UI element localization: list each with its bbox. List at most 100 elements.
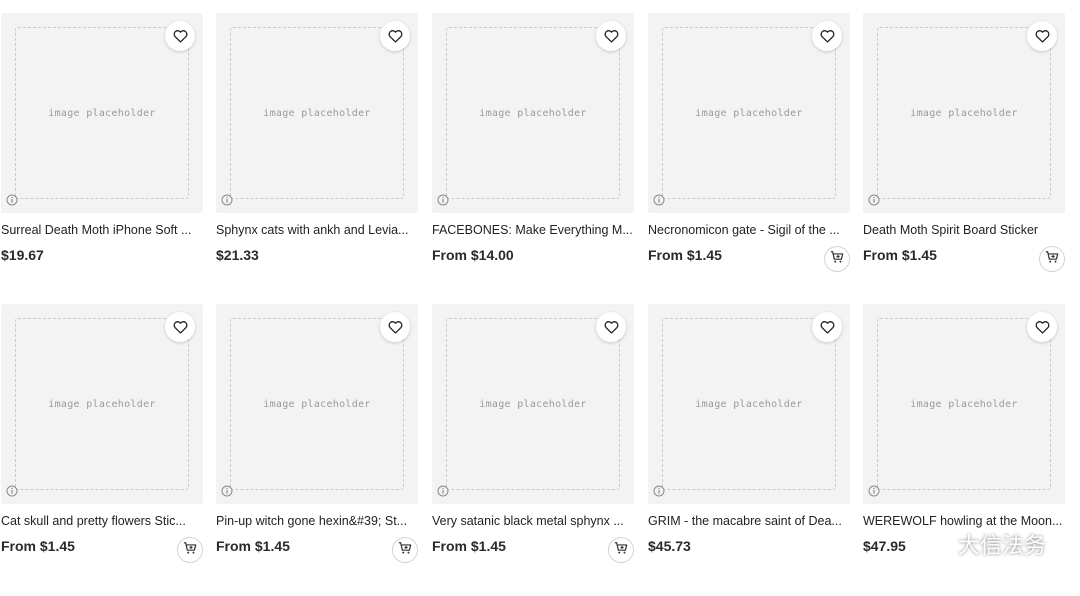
- product-card[interactable]: image placeholder GRIM - the macabre sain…: [648, 304, 850, 571]
- product-image-placeholder: image placeholder: [662, 318, 836, 490]
- product-title[interactable]: Sphynx cats with ankh and Levia...: [216, 222, 418, 238]
- info-icon: [221, 484, 233, 502]
- watermark: 大信法务: [926, 528, 1046, 560]
- product-price: $21.33: [216, 247, 259, 263]
- add-to-cart-icon: [1045, 250, 1059, 269]
- add-to-cart-button[interactable]: [824, 246, 850, 272]
- info-button[interactable]: [220, 193, 234, 211]
- product-title[interactable]: FACEBONES: Make Everything M...: [432, 222, 634, 238]
- product-image-placeholder: image placeholder: [877, 318, 1051, 490]
- product-price: $45.73: [648, 538, 691, 554]
- favorite-button[interactable]: [812, 21, 842, 51]
- product-image-placeholder: image placeholder: [15, 27, 189, 199]
- product-image-placeholder: image placeholder: [15, 318, 189, 490]
- add-to-cart-button[interactable]: [608, 537, 634, 563]
- price-row: From $1.45: [863, 246, 1065, 280]
- product-card[interactable]: image placeholder Surreal Death Moth iPho…: [1, 13, 203, 280]
- product-image[interactable]: image placeholder: [863, 304, 1065, 504]
- product-title[interactable]: WEREWOLF howling at the Moon...: [863, 513, 1065, 529]
- product-image-placeholder: image placeholder: [446, 318, 620, 490]
- favorite-button[interactable]: [1027, 312, 1057, 342]
- favorite-button[interactable]: [812, 312, 842, 342]
- product-title[interactable]: Necronomicon gate - Sigil of the ...: [648, 222, 850, 238]
- heart-icon: [173, 320, 188, 334]
- heart-icon: [604, 320, 619, 334]
- price-row: From $14.00: [432, 246, 634, 280]
- info-icon: [653, 193, 665, 211]
- info-icon: [6, 193, 18, 211]
- product-image[interactable]: image placeholder: [216, 13, 418, 213]
- price-row: $19.67: [1, 246, 203, 280]
- product-image[interactable]: image placeholder: [648, 304, 850, 504]
- info-icon: [6, 484, 18, 502]
- favorite-button[interactable]: [596, 312, 626, 342]
- price-row: $45.73: [648, 537, 850, 571]
- info-icon: [868, 193, 880, 211]
- info-button[interactable]: [867, 193, 881, 211]
- product-image-placeholder: image placeholder: [230, 318, 404, 490]
- product-title[interactable]: Cat skull and pretty flowers Stic...: [1, 513, 203, 529]
- product-image[interactable]: image placeholder: [1, 13, 203, 213]
- info-button[interactable]: [5, 193, 19, 211]
- wechat-logo-icon: [926, 533, 952, 554]
- info-button[interactable]: [220, 484, 234, 502]
- favorite-button[interactable]: [1027, 21, 1057, 51]
- product-title[interactable]: Pin-up witch gone hexin&#39; St...: [216, 513, 418, 529]
- heart-icon: [173, 29, 188, 43]
- product-title[interactable]: Very satanic black metal sphynx ...: [432, 513, 634, 529]
- info-icon: [437, 484, 449, 502]
- product-image[interactable]: image placeholder: [432, 304, 634, 504]
- info-icon: [437, 193, 449, 211]
- product-title[interactable]: GRIM - the macabre saint of Dea...: [648, 513, 850, 529]
- info-button[interactable]: [436, 484, 450, 502]
- price-row: From $1.45: [216, 537, 418, 571]
- product-price: From $14.00: [432, 247, 514, 263]
- heart-icon: [388, 29, 403, 43]
- favorite-button[interactable]: [380, 21, 410, 51]
- info-button[interactable]: [867, 484, 881, 502]
- product-image[interactable]: image placeholder: [863, 13, 1065, 213]
- product-title[interactable]: Surreal Death Moth iPhone Soft ...: [1, 222, 203, 238]
- info-button[interactable]: [652, 484, 666, 502]
- heart-icon: [388, 320, 403, 334]
- add-to-cart-icon: [183, 541, 197, 560]
- add-to-cart-button[interactable]: [177, 537, 203, 563]
- info-button[interactable]: [652, 193, 666, 211]
- add-to-cart-icon: [614, 541, 628, 560]
- product-image-placeholder: image placeholder: [230, 27, 404, 199]
- product-card[interactable]: image placeholder Death Moth Spirit Board…: [863, 13, 1065, 280]
- info-icon: [653, 484, 665, 502]
- product-card[interactable]: image placeholder Sphynx cats with ankh a…: [216, 13, 418, 280]
- add-to-cart-button[interactable]: [392, 537, 418, 563]
- product-image[interactable]: image placeholder: [648, 13, 850, 213]
- add-to-cart-icon: [398, 541, 412, 560]
- product-image[interactable]: image placeholder: [1, 304, 203, 504]
- product-price: $47.95: [863, 538, 906, 554]
- product-image-placeholder: image placeholder: [446, 27, 620, 199]
- product-card[interactable]: image placeholder Pin-up witch gone hexin…: [216, 304, 418, 571]
- product-price: From $1.45: [863, 247, 937, 263]
- heart-icon: [1035, 320, 1050, 334]
- product-card[interactable]: image placeholder Necronomicon gate - Sig…: [648, 13, 850, 280]
- info-button[interactable]: [436, 193, 450, 211]
- favorite-button[interactable]: [165, 312, 195, 342]
- product-image[interactable]: image placeholder: [216, 304, 418, 504]
- info-icon: [868, 484, 880, 502]
- product-card[interactable]: image placeholder Very satanic black meta…: [432, 304, 634, 571]
- info-button[interactable]: [5, 484, 19, 502]
- add-to-cart-button[interactable]: [1039, 246, 1065, 272]
- favorite-button[interactable]: [380, 312, 410, 342]
- watermark-text: 大信法务: [957, 534, 1046, 559]
- price-row: From $1.45: [1, 537, 203, 571]
- product-price: From $1.45: [648, 247, 722, 263]
- product-image[interactable]: image placeholder: [432, 13, 634, 213]
- favorite-button[interactable]: [596, 21, 626, 51]
- product-image-placeholder: image placeholder: [877, 27, 1051, 199]
- heart-icon: [820, 320, 835, 334]
- product-title[interactable]: Death Moth Spirit Board Sticker: [863, 222, 1065, 238]
- product-card[interactable]: image placeholder Cat skull and pretty fl…: [1, 304, 203, 571]
- favorite-button[interactable]: [165, 21, 195, 51]
- product-card[interactable]: image placeholder FACEBONES: Make Everyth…: [432, 13, 634, 280]
- add-to-cart-icon: [830, 250, 844, 269]
- info-icon: [221, 193, 233, 211]
